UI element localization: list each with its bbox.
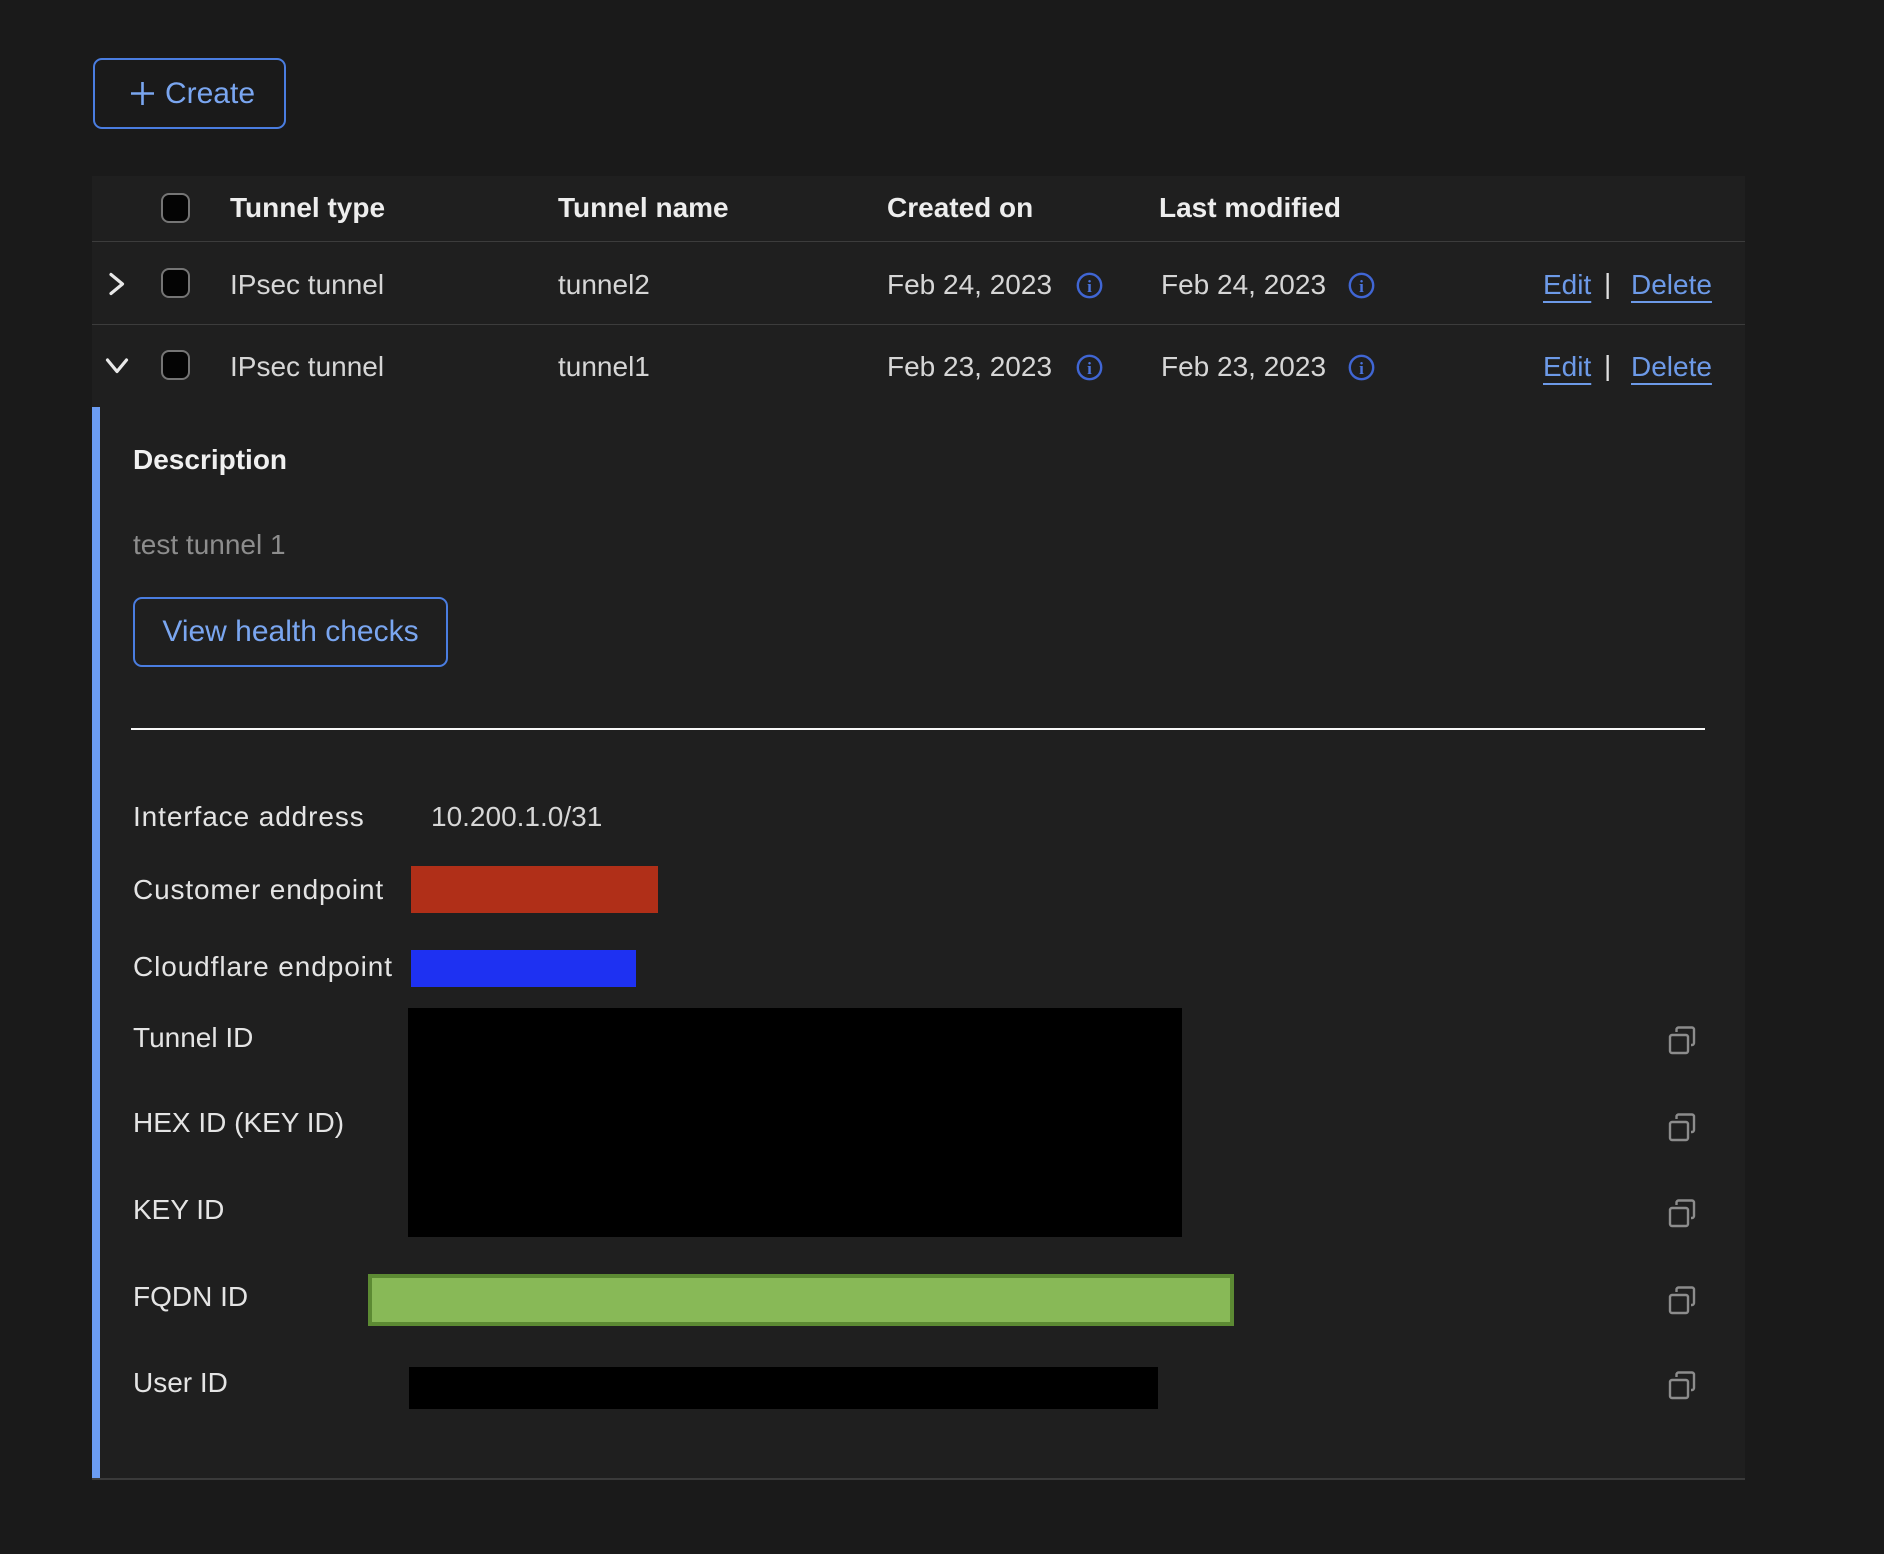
svg-text:i: i xyxy=(1087,359,1092,378)
svg-text:i: i xyxy=(1359,277,1364,296)
svg-text:i: i xyxy=(1087,277,1092,296)
svg-text:i: i xyxy=(1359,359,1364,378)
